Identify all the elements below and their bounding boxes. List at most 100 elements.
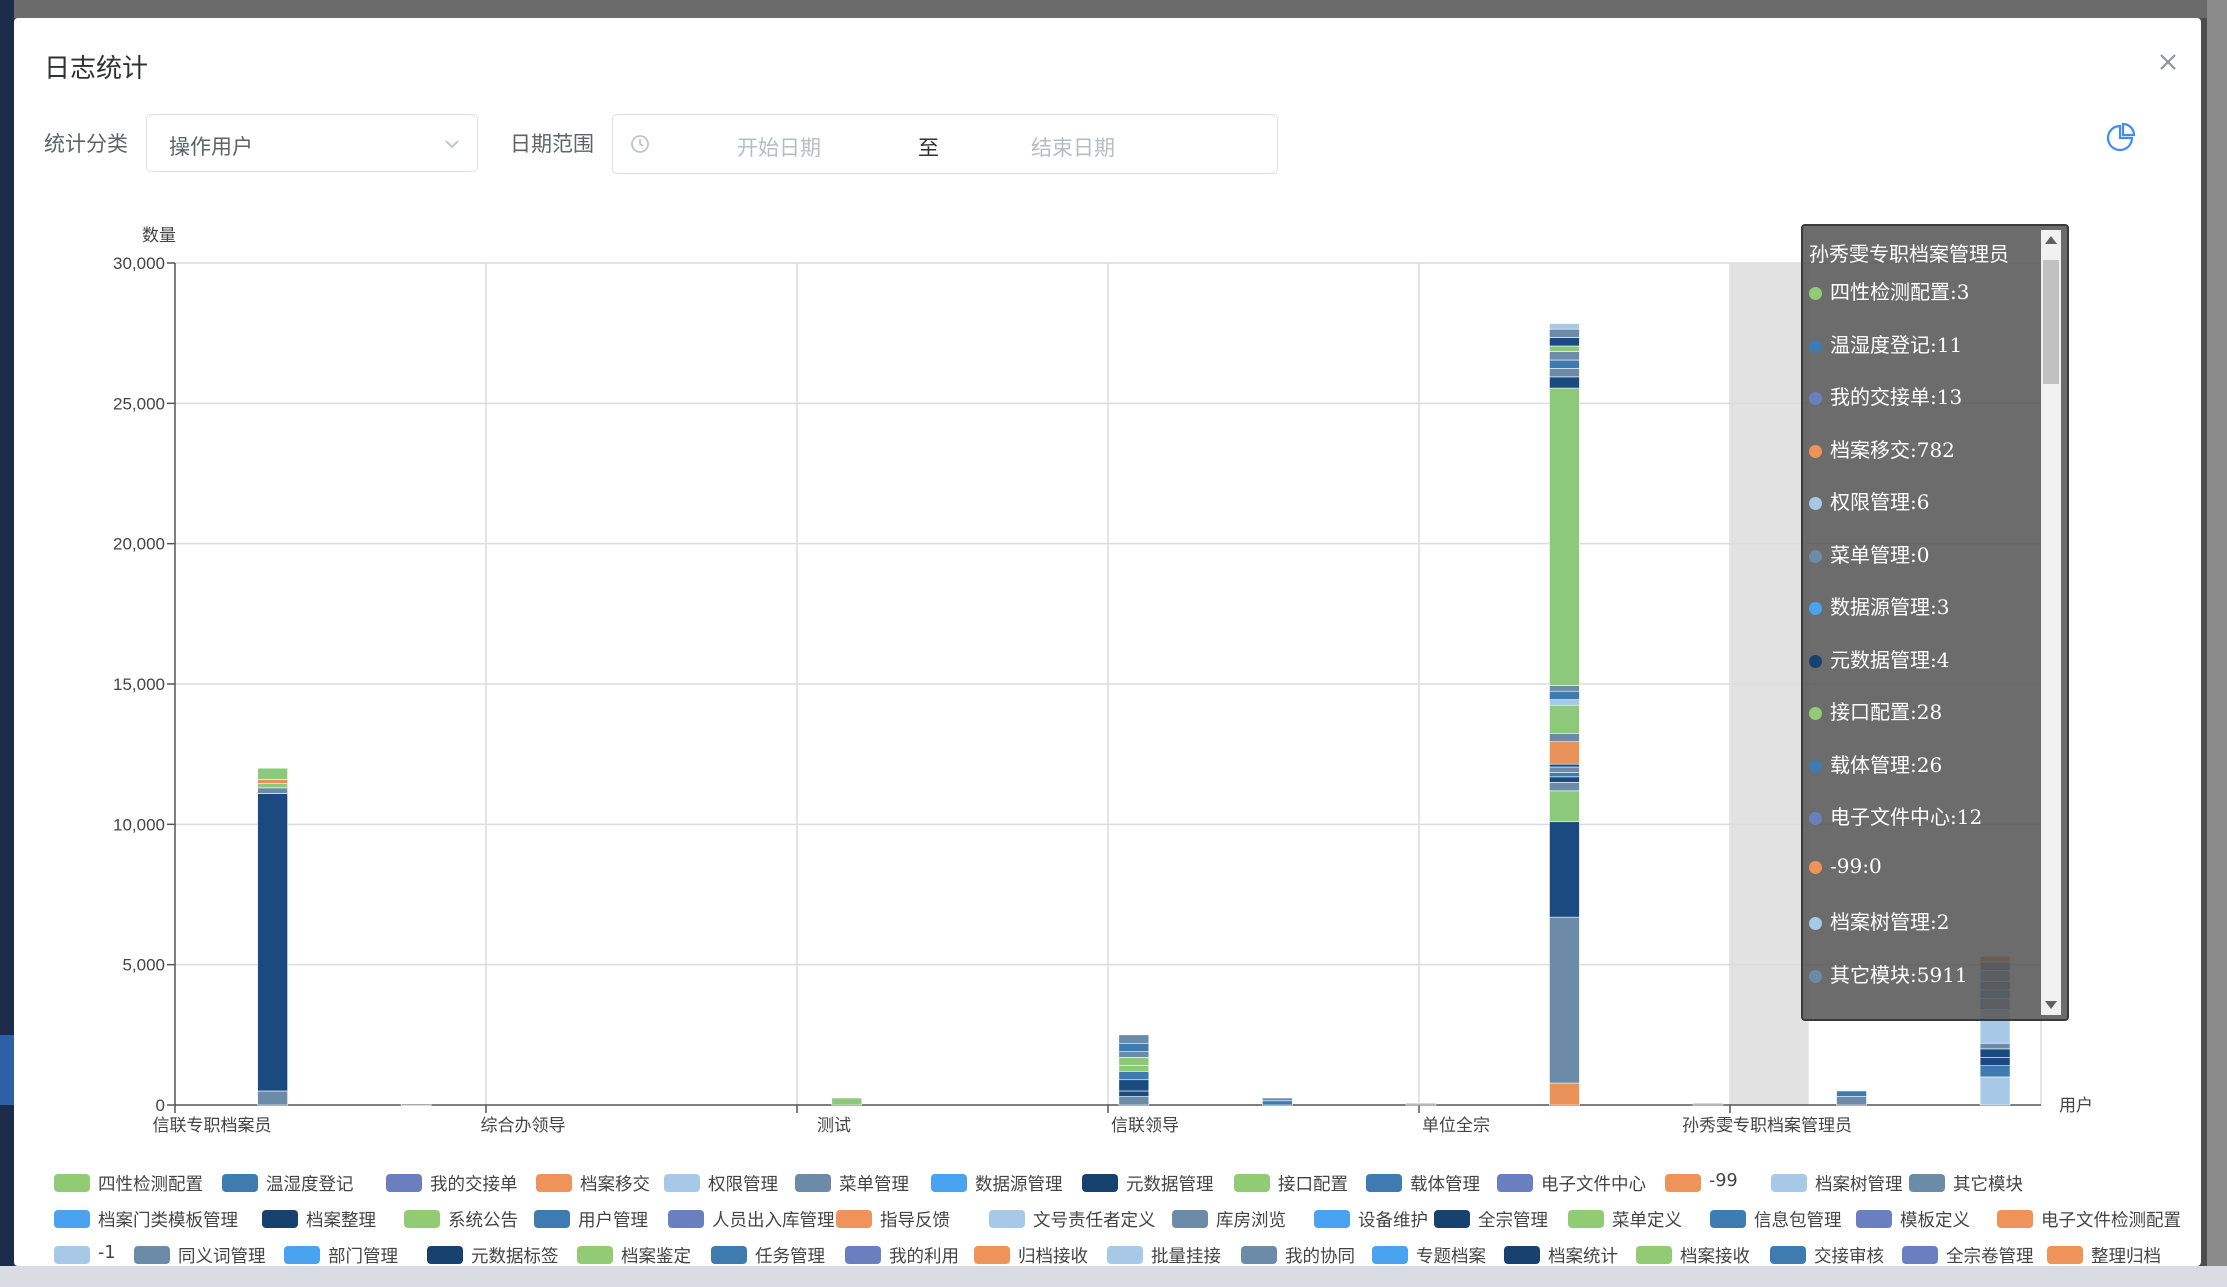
legend-label: 元数据管理 (1126, 1175, 1214, 1195)
tooltip-color-dot (1809, 497, 1822, 510)
bar-segment (1118, 1042, 1150, 1052)
y-tick-label: 5,000 (122, 956, 165, 975)
tooltip-color-dot (1809, 444, 1822, 458)
legend-label: 同义词管理 (178, 1247, 266, 1266)
legend-label: 其它模块 (1953, 1175, 2023, 1195)
tooltip-color-dot (1809, 549, 1822, 563)
bar-segment (1549, 916, 1580, 1084)
tooltip-item-label: 我的交接单:13 (1830, 385, 1963, 409)
tooltip-item: 载体管理:26 (1809, 749, 1942, 778)
bar-segment (1118, 1051, 1150, 1058)
legend-swatch (534, 1210, 570, 1228)
tooltip-item: 温湿度登记:11 (1809, 329, 1962, 358)
legend-label: 指导反馈 (880, 1211, 950, 1231)
log-stats-dialog: 日志统计 统计分类 操作用户 日期范围 开始日期 至 结束日期 0 5,000 10… (14, 18, 2201, 1266)
legend-label: 部门管理 (328, 1247, 398, 1266)
tooltip-item-label: 元数据管理:4 (1830, 647, 1950, 672)
legend-label: 整理归档 (2091, 1247, 2161, 1266)
legend-label: 任务管理 (755, 1247, 825, 1266)
legend-label: 温湿度登记 (266, 1175, 354, 1195)
legend-swatch (1909, 1174, 1945, 1192)
legend-swatch (1770, 1246, 1806, 1264)
tooltip-item-label: 菜单管理:0 (1830, 542, 1930, 567)
legend-swatch (2047, 1246, 2083, 1264)
tooltip-item: 电子文件中心:12 (1809, 801, 1982, 830)
legend-swatch (1082, 1174, 1118, 1192)
legend-swatch (54, 1174, 90, 1192)
legend-swatch (577, 1246, 613, 1264)
legend-swatch (54, 1210, 90, 1228)
legend-swatch (1241, 1246, 1277, 1264)
legend-swatch (1710, 1210, 1746, 1228)
legend-swatch (1107, 1246, 1143, 1264)
bar-segment (400, 1103, 432, 1106)
legend-swatch (931, 1174, 967, 1192)
tooltip-item-label: -99:0 (1830, 853, 1882, 878)
legend-swatch (134, 1246, 170, 1264)
legend-label: 数据源管理 (975, 1175, 1063, 1195)
bar-segment (1549, 1082, 1580, 1106)
tooltip-color-dot (1809, 707, 1822, 720)
legend-swatch (1366, 1174, 1402, 1192)
bar-segment (1549, 790, 1580, 823)
bar-segment (1549, 368, 1580, 378)
scroll-up-icon[interactable] (2045, 236, 2057, 244)
legend-label: 全宗卷管理 (1946, 1247, 2034, 1266)
legend-swatch (711, 1246, 747, 1264)
legend-swatch (1234, 1174, 1270, 1192)
tooltip-item-label: 四性检测配置:3 (1830, 280, 1970, 304)
tooltip-item: 菜单管理:0 (1809, 539, 1929, 568)
legend-label: 归档接收 (1018, 1247, 1088, 1266)
y-tick-label: 25,000 (113, 394, 165, 413)
legend-swatch (284, 1246, 320, 1264)
tooltip-item: 权限管理:6 (1809, 486, 1929, 515)
y-tick-label: 0 (156, 1096, 165, 1115)
tooltip-color-dot (1809, 602, 1822, 615)
legend-label: 载体管理 (1410, 1175, 1480, 1195)
background-sidebar-active (0, 1035, 14, 1105)
legend-swatch (1771, 1174, 1807, 1192)
x-tick-label: 单位全宗 (1422, 1116, 1490, 1136)
legend-label: 人员出入库管理 (712, 1211, 835, 1231)
legend-label: 权限管理 (708, 1175, 778, 1195)
bar-segment (1979, 1042, 2011, 1050)
tooltip-item-label: 载体管理:26 (1830, 752, 1943, 777)
legend-label: 系统公告 (448, 1211, 518, 1231)
scroll-down-icon[interactable] (2045, 1001, 2057, 1009)
legend-swatch (1997, 1210, 2033, 1228)
legend-swatch (795, 1174, 831, 1192)
tooltip-item-label: 档案移交:782 (1830, 437, 1955, 462)
legend-label: 档案鉴定 (621, 1247, 691, 1266)
bar-segment (1836, 1096, 1867, 1106)
legend-swatch (1902, 1246, 1938, 1264)
tooltip-item-label: 其它模块:5911 (1830, 962, 1968, 987)
background-taskbar (0, 1266, 2227, 1287)
bar-segment (257, 779, 288, 784)
bar-segment (1118, 1065, 1150, 1072)
bar-segment (1549, 351, 1580, 361)
x-tick-label: 综合办领导 (481, 1116, 566, 1136)
legend-label: 元数据标签 (471, 1247, 559, 1266)
tooltip-scroll-thumb[interactable] (2043, 260, 2059, 384)
legend-label: -1 (98, 1243, 116, 1263)
bar-segment (1118, 1090, 1150, 1097)
tooltip-item: 接口配置:28 (1809, 696, 1942, 725)
legend-swatch (668, 1210, 704, 1228)
legend-swatch (845, 1246, 881, 1264)
tooltip-item: 我的交接单:13 (1809, 381, 1962, 410)
legend-swatch (222, 1174, 258, 1192)
bar-segment (257, 793, 288, 1092)
bar-segment (1979, 1056, 2011, 1067)
bar-segment (1549, 772, 1580, 778)
bar-segment (257, 787, 288, 794)
legend-label: 我的协同 (1285, 1247, 1355, 1266)
tooltip-title: 孙秀雯专职档案管理员 (1809, 242, 2009, 266)
y-tick-label: 30,000 (113, 254, 165, 273)
legend-label: 用户管理 (578, 1211, 648, 1231)
tooltip-color-dot (1809, 969, 1822, 983)
tooltip-item: 四性检测配置:3 (1809, 276, 1969, 305)
legend-label: 文号责任者定义 (1033, 1211, 1156, 1231)
bar-segment (1549, 733, 1580, 743)
tooltip-item: 档案树管理:2 (1809, 906, 1949, 935)
tooltip-color-dot (1809, 917, 1822, 930)
